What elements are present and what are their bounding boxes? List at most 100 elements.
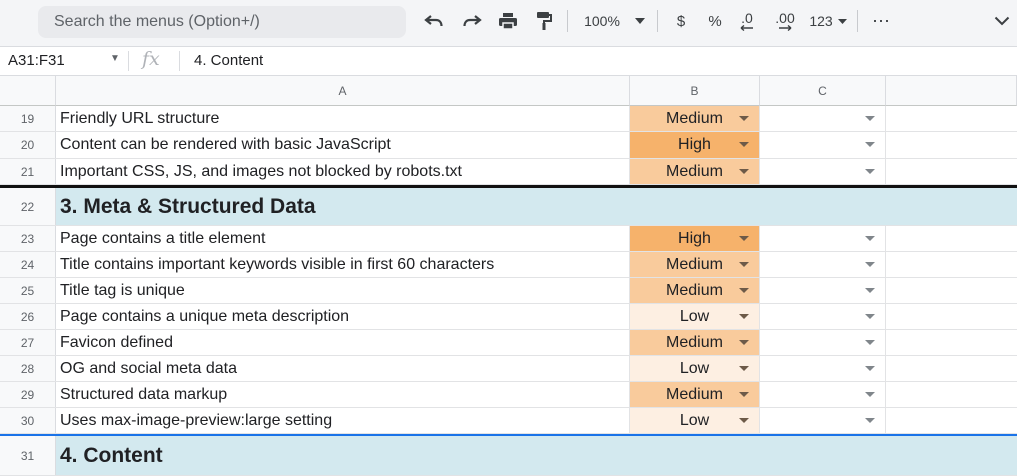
dropdown-arrow-icon[interactable] [865,391,875,397]
priority-dropdown-cell[interactable]: Medium [630,252,760,277]
column-header-d[interactable] [886,76,1017,106]
select-all-corner[interactable] [0,76,56,106]
more-formats-chevron-down-icon[interactable] [836,8,848,34]
empty-cell[interactable] [886,226,1017,251]
status-dropdown-cell[interactable] [760,278,886,303]
row-number[interactable]: 30 [0,408,56,433]
zoom-select[interactable]: 100% [580,8,624,34]
empty-cell[interactable] [886,278,1017,303]
status-dropdown-cell[interactable] [760,408,886,433]
priority-dropdown-cell[interactable]: Medium [630,159,760,184]
priority-dropdown-cell[interactable]: Medium [630,330,760,355]
dropdown-arrow-icon[interactable] [739,339,749,345]
redo-icon[interactable] [458,8,486,34]
row-number[interactable]: 25 [0,278,56,303]
row-number[interactable]: 29 [0,382,56,407]
dropdown-arrow-icon[interactable] [865,339,875,345]
increase-decimals-button[interactable]: .00 [770,8,800,34]
empty-cell[interactable] [886,356,1017,381]
empty-cell[interactable] [886,252,1017,277]
dropdown-arrow-icon[interactable] [739,365,749,371]
dropdown-arrow-icon[interactable] [739,417,749,423]
search-menus-input[interactable]: Search the menus (Option+/) [38,6,406,38]
undo-icon[interactable] [420,8,448,34]
section-title-cell[interactable]: 3. Meta & Structured Data [56,188,1017,225]
checklist-item-cell[interactable]: Page contains a title element [56,226,630,251]
priority-dropdown-cell[interactable]: High [630,226,760,251]
priority-dropdown-cell[interactable]: High [630,132,760,158]
currency-format-button[interactable]: $ [670,8,692,34]
status-dropdown-cell[interactable] [760,330,886,355]
status-dropdown-cell[interactable] [760,132,886,158]
status-dropdown-cell[interactable] [760,304,886,329]
priority-dropdown-cell[interactable]: Medium [630,382,760,407]
row-number[interactable]: 27 [0,330,56,355]
empty-cell[interactable] [886,304,1017,329]
collapse-toolbar-chevron-down-icon[interactable] [990,8,1014,34]
priority-dropdown-cell[interactable]: Low [630,304,760,329]
more-options-button[interactable]: ⋯ [866,8,896,34]
status-dropdown-cell[interactable] [760,159,886,184]
dropdown-arrow-icon[interactable] [739,261,749,267]
name-box[interactable]: A31:F31 [8,52,65,69]
dropdown-arrow-icon[interactable] [739,115,749,121]
priority-dropdown-cell[interactable]: Medium [630,106,760,131]
empty-cell[interactable] [886,382,1017,407]
decrease-decimals-button[interactable]: .0 [734,8,760,34]
more-formats-button[interactable]: 123 [806,8,836,34]
row-number[interactable]: 22 [0,188,56,225]
dropdown-arrow-icon[interactable] [739,168,749,174]
status-dropdown-cell[interactable] [760,356,886,381]
priority-dropdown-cell[interactable]: Low [630,356,760,381]
empty-cell[interactable] [886,408,1017,433]
dropdown-arrow-icon[interactable] [865,261,875,267]
dropdown-arrow-icon[interactable] [865,115,875,121]
dropdown-arrow-icon[interactable] [739,391,749,397]
dropdown-arrow-icon[interactable] [865,142,875,147]
checklist-item-cell[interactable]: Content can be rendered with basic JavaS… [56,132,630,158]
checklist-item-cell[interactable]: OG and social meta data [56,356,630,381]
column-header-c[interactable]: C [760,76,886,106]
row-number[interactable]: 21 [0,159,56,184]
row-number[interactable]: 31 [0,436,56,475]
section-title-cell[interactable]: 4. Content [56,436,1017,475]
status-dropdown-cell[interactable] [760,252,886,277]
checklist-item-cell[interactable]: Favicon defined [56,330,630,355]
priority-dropdown-cell[interactable]: Low [630,408,760,433]
dropdown-arrow-icon[interactable] [739,235,749,241]
empty-cell[interactable] [886,159,1017,184]
dropdown-arrow-icon[interactable] [739,287,749,293]
dropdown-arrow-icon[interactable] [865,417,875,423]
status-dropdown-cell[interactable] [760,226,886,251]
dropdown-arrow-icon[interactable] [865,235,875,241]
priority-dropdown-cell[interactable]: Medium [630,278,760,303]
formula-input[interactable]: 4. Content [194,52,263,69]
checklist-item-cell[interactable]: Title contains important keywords visibl… [56,252,630,277]
print-icon[interactable] [494,8,522,34]
column-header-a[interactable]: A [56,76,630,106]
dropdown-arrow-icon[interactable] [739,142,749,147]
checklist-item-cell[interactable]: Page contains a unique meta description [56,304,630,329]
row-number[interactable]: 28 [0,356,56,381]
checklist-item-cell[interactable]: Structured data markup [56,382,630,407]
row-number[interactable]: 19 [0,106,56,131]
percent-format-button[interactable]: % [704,8,726,34]
status-dropdown-cell[interactable] [760,106,886,131]
dropdown-arrow-icon[interactable] [865,313,875,319]
checklist-item-cell[interactable]: Friendly URL structure [56,106,630,131]
dropdown-arrow-icon[interactable] [865,168,875,174]
column-header-b[interactable]: B [630,76,760,106]
checklist-item-cell[interactable]: Important CSS, JS, and images not blocke… [56,159,630,184]
zoom-chevron-down-icon[interactable] [632,8,648,34]
checklist-item-cell[interactable]: Title tag is unique [56,278,630,303]
row-number[interactable]: 20 [0,132,56,158]
row-number[interactable]: 24 [0,252,56,277]
dropdown-arrow-icon[interactable] [865,287,875,293]
row-number[interactable]: 23 [0,226,56,251]
dropdown-arrow-icon[interactable] [739,313,749,319]
name-box-chevron-down-icon[interactable]: ▼ [110,53,120,64]
checklist-item-cell[interactable]: Uses max-image-preview:large setting [56,408,630,433]
dropdown-arrow-icon[interactable] [865,365,875,371]
row-number[interactable]: 26 [0,304,56,329]
empty-cell[interactable] [886,132,1017,158]
